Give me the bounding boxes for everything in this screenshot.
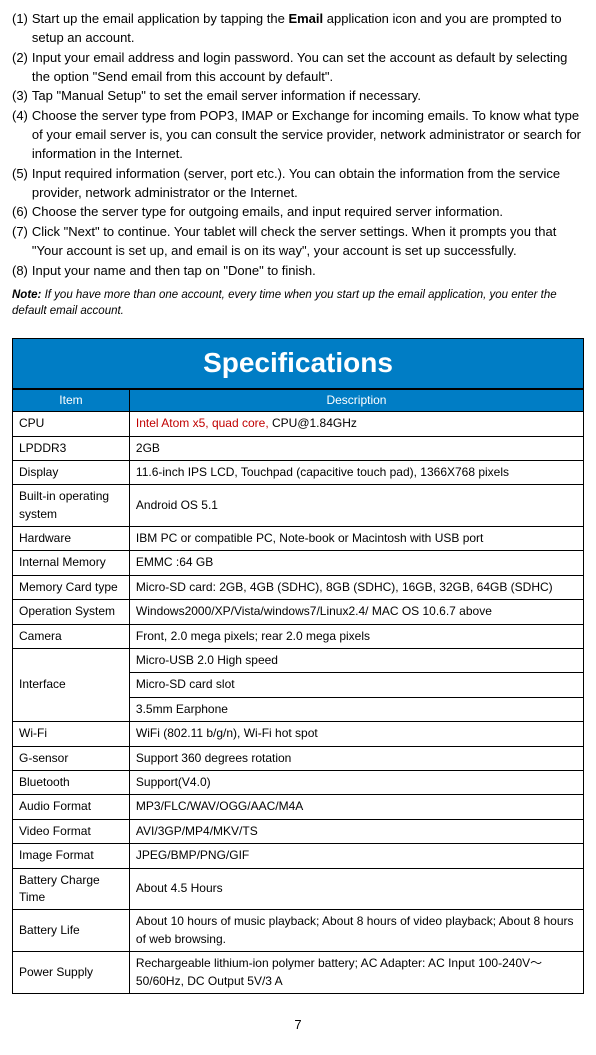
specifications-title: Specifications (12, 338, 584, 389)
spec-row: Display11.6-inch IPS LCD, Touchpad (capa… (13, 460, 584, 484)
spec-desc: Rechargeable lithium-ion polymer battery… (129, 952, 583, 994)
spec-row: Image FormatJPEG/BMP/PNG/GIF (13, 844, 584, 868)
step: (7)Click "Next" to continue. Your tablet… (12, 223, 584, 261)
spec-desc: Windows2000/XP/Vista/windows7/Linux2.4/ … (129, 600, 583, 624)
spec-row: Power SupplyRechargeable lithium-ion pol… (13, 952, 584, 994)
spec-item: Memory Card type (13, 575, 130, 599)
spec-item: Bluetooth (13, 771, 130, 795)
step-number: (6) (12, 203, 32, 222)
spec-desc: Micro-USB 2.0 High speed (129, 649, 583, 673)
spec-desc: Support(V4.0) (129, 771, 583, 795)
step: (8)Input your name and then tap on "Done… (12, 262, 584, 281)
spec-header-item: Item (13, 389, 130, 411)
spec-row: CPUIntel Atom x5, quad core, CPU@1.84GHz (13, 412, 584, 436)
spec-row: G-sensorSupport 360 degrees rotation (13, 746, 584, 770)
spec-item: Built-in operating system (13, 485, 130, 527)
spec-desc: Intel Atom x5, quad core, CPU@1.84GHz (129, 412, 583, 436)
spec-row: Operation SystemWindows2000/XP/Vista/win… (13, 600, 584, 624)
step: (4)Choose the server type from POP3, IMA… (12, 107, 584, 164)
step: (1)Start up the email application by tap… (12, 10, 584, 48)
step: (6)Choose the server type for outgoing e… (12, 203, 584, 222)
spec-body: CPUIntel Atom x5, quad core, CPU@1.84GHz… (13, 412, 584, 994)
spec-desc: EMMC :64 GB (129, 551, 583, 575)
spec-desc: Micro-SD card slot (129, 673, 583, 697)
step-number: (8) (12, 262, 32, 281)
spec-desc: About 4.5 Hours (129, 868, 583, 910)
spec-row: Video FormatAVI/3GP/MP4/MKV/TS (13, 819, 584, 843)
spec-item: CPU (13, 412, 130, 436)
spec-item: Interface (13, 649, 130, 722)
step-text: Input your name and then tap on "Done" t… (32, 262, 584, 281)
spec-item: Wi-Fi (13, 722, 130, 746)
spec-row: Memory Card typeMicro-SD card: 2GB, 4GB … (13, 575, 584, 599)
spec-desc: AVI/3GP/MP4/MKV/TS (129, 819, 583, 843)
spec-desc: Micro-SD card: 2GB, 4GB (SDHC), 8GB (SDH… (129, 575, 583, 599)
spec-item: G-sensor (13, 746, 130, 770)
spec-row: HardwareIBM PC or compatible PC, Note-bo… (13, 527, 584, 551)
note-label: Note: (12, 289, 41, 301)
spec-desc: 2GB (129, 436, 583, 460)
spec-row: InterfaceMicro-USB 2.0 High speed (13, 649, 584, 673)
specifications-table: Item Description CPUIntel Atom x5, quad … (12, 389, 584, 994)
spec-desc: Android OS 5.1 (129, 485, 583, 527)
spec-desc: IBM PC or compatible PC, Note-book or Ma… (129, 527, 583, 551)
spec-row: Audio FormatMP3/FLC/WAV/OGG/AAC/M4A (13, 795, 584, 819)
spec-row: LPDDR32GB (13, 436, 584, 460)
spec-desc: JPEG/BMP/PNG/GIF (129, 844, 583, 868)
spec-item: Internal Memory (13, 551, 130, 575)
spec-item: LPDDR3 (13, 436, 130, 460)
spec-item: Display (13, 460, 130, 484)
spec-item: Operation System (13, 600, 130, 624)
spec-row: Battery Charge TimeAbout 4.5 Hours (13, 868, 584, 910)
spec-item: Video Format (13, 819, 130, 843)
spec-item: Hardware (13, 527, 130, 551)
step-number: (7) (12, 223, 32, 261)
spec-row: Battery LifeAbout 10 hours of music play… (13, 910, 584, 952)
step: (2)Input your email address and login pa… (12, 49, 584, 87)
step-text: Choose the server type from POP3, IMAP o… (32, 107, 584, 164)
spec-desc: 3.5mm Earphone (129, 697, 583, 721)
spec-item: Power Supply (13, 952, 130, 994)
step-text: Input your email address and login passw… (32, 49, 584, 87)
spec-item: Camera (13, 624, 130, 648)
step-text: Start up the email application by tappin… (32, 10, 584, 48)
spec-item: Battery Charge Time (13, 868, 130, 910)
page-number: 7 (12, 1016, 584, 1035)
spec-row: Internal MemoryEMMC :64 GB (13, 551, 584, 575)
spec-desc: Support 360 degrees rotation (129, 746, 583, 770)
step-text: Choose the server type for outgoing emai… (32, 203, 584, 222)
spec-header-desc: Description (129, 389, 583, 411)
spec-row: BluetoothSupport(V4.0) (13, 771, 584, 795)
note: Note: If you have more than one account,… (12, 287, 584, 320)
spec-desc: WiFi (802.11 b/g/n), Wi-Fi hot spot (129, 722, 583, 746)
step-text: Input required information (server, port… (32, 165, 584, 203)
spec-item: Audio Format (13, 795, 130, 819)
step-number: (2) (12, 49, 32, 87)
step-text: Click "Next" to continue. Your tablet wi… (32, 223, 584, 261)
step-number: (5) (12, 165, 32, 203)
spec-row: Wi-FiWiFi (802.11 b/g/n), Wi-Fi hot spot (13, 722, 584, 746)
spec-row: CameraFront, 2.0 mega pixels; rear 2.0 m… (13, 624, 584, 648)
step-text: Tap "Manual Setup" to set the email serv… (32, 87, 584, 106)
step-number: (4) (12, 107, 32, 164)
step-number: (1) (12, 10, 32, 48)
spec-desc: Front, 2.0 mega pixels; rear 2.0 mega pi… (129, 624, 583, 648)
spec-item: Image Format (13, 844, 130, 868)
spec-desc: About 10 hours of music playback; About … (129, 910, 583, 952)
spec-row: Built-in operating systemAndroid OS 5.1 (13, 485, 584, 527)
spec-desc: MP3/FLC/WAV/OGG/AAC/M4A (129, 795, 583, 819)
note-text: If you have more than one account, every… (12, 289, 557, 318)
email-setup-steps: (1)Start up the email application by tap… (12, 10, 584, 281)
step: (5)Input required information (server, p… (12, 165, 584, 203)
spec-desc: 11.6-inch IPS LCD, Touchpad (capacitive … (129, 460, 583, 484)
step-number: (3) (12, 87, 32, 106)
spec-item: Battery Life (13, 910, 130, 952)
step: (3)Tap "Manual Setup" to set the email s… (12, 87, 584, 106)
